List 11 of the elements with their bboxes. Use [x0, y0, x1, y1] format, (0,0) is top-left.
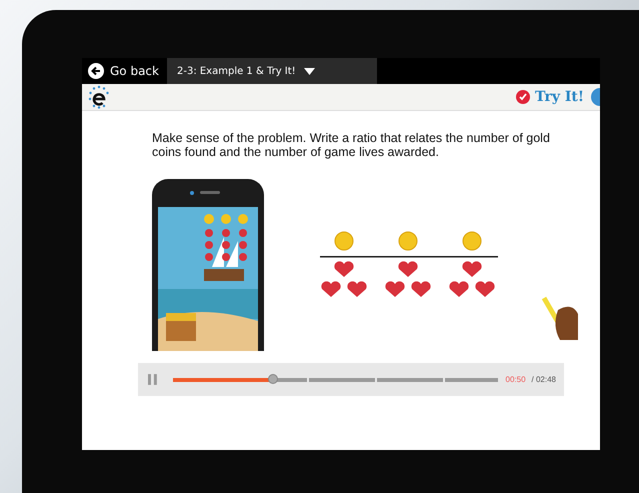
try-it-button[interactable]: Try It!: [512, 89, 588, 105]
total-time: / 02:48: [532, 375, 556, 384]
problem-prompt: Make sense of the problem. Write a ratio that relates the number of gold coins found and the number of game lives awarded.: [152, 131, 551, 159]
elapsed-time: 00:50: [506, 375, 526, 384]
checkmark-icon: [516, 90, 530, 104]
caret-icon: [304, 68, 315, 74]
lesson-dropdown[interactable]: 2-3: Example 1 & Try It!: [166, 58, 377, 84]
logo-icon: [88, 85, 110, 109]
pause-icon[interactable]: [148, 374, 157, 385]
hand-drawing: [540, 296, 578, 340]
scrubber-handle[interactable]: [268, 374, 278, 384]
